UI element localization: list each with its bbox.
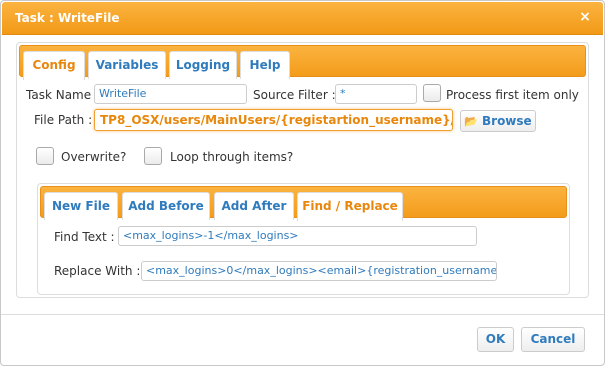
folder-open-icon: 📂 (464, 115, 478, 128)
dialog-title: Task : WriteFile (15, 11, 120, 25)
file-path-input[interactable]: TP8_OSX/users/MainUsers/{registartion_us… (94, 109, 453, 131)
tab-add-after[interactable]: Add After (214, 192, 294, 220)
process-first-checkbox[interactable] (423, 84, 441, 102)
replace-with-label: Replace With : (54, 264, 141, 278)
source-filter-label: Source Filter : (253, 88, 336, 102)
config-panel: Config Variables Logging Help Task Name … (16, 42, 589, 298)
browse-button[interactable]: 📂 Browse (460, 110, 536, 132)
find-text-label: Find Text : (54, 230, 115, 244)
task-name-input[interactable]: WriteFile (94, 84, 247, 104)
overwrite-label: Overwrite? (61, 150, 127, 164)
file-path-label: File Path : (34, 113, 93, 127)
tab-logging[interactable]: Logging (169, 51, 237, 79)
cancel-button[interactable]: Cancel (521, 327, 585, 352)
dialog-titlebar[interactable]: Task : WriteFile × (2, 2, 603, 35)
process-first-label: Process first item only (446, 88, 579, 102)
loop-checkbox[interactable] (144, 147, 162, 165)
close-icon[interactable]: × (578, 10, 592, 24)
source-filter-input[interactable]: * (335, 84, 417, 104)
action-tabbar: New File Add Before Add After Find / Rep… (40, 186, 567, 221)
tab-variables[interactable]: Variables (88, 51, 166, 79)
browse-label: Browse (482, 114, 532, 128)
overwrite-checkbox[interactable] (36, 147, 54, 165)
action-panel: New File Add Before Add After Find / Rep… (37, 183, 570, 295)
tab-find-replace[interactable]: Find / Replace (297, 192, 403, 221)
replace-with-input[interactable]: <max_logins>0</max_logins><email>{regist… (141, 261, 497, 281)
tab-add-before[interactable]: Add Before (122, 192, 210, 220)
task-dialog: Task : WriteFile × Config Variables Logg… (0, 0, 605, 366)
tab-new-file[interactable]: New File (44, 192, 118, 220)
task-name-label: Task Name : (26, 88, 99, 102)
find-text-input[interactable]: <max_logins>-1</max_logins> (118, 226, 477, 246)
loop-label: Loop through items? (170, 150, 294, 164)
main-tabbar: Config Variables Logging Help (19, 45, 586, 80)
ok-button[interactable]: OK (477, 327, 514, 352)
footer-divider (1, 314, 604, 315)
tab-config[interactable]: Config (23, 51, 85, 80)
tab-help[interactable]: Help (240, 51, 290, 79)
